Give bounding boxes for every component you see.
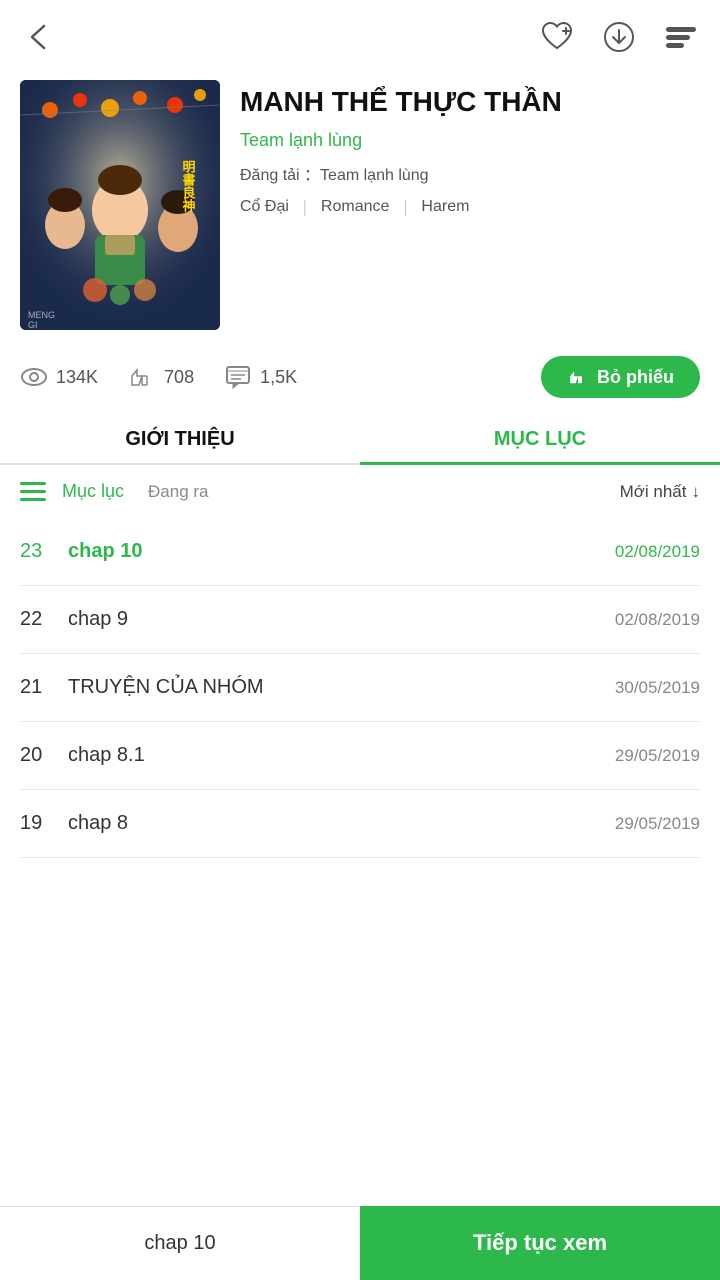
book-title: MANH THỂ THỰC THẦN bbox=[240, 84, 700, 120]
comments-count: 1,5K bbox=[260, 367, 297, 388]
comments-stat: 1,5K bbox=[224, 363, 297, 391]
chapter-list: 23 chap 10 02/08/2019 22 chap 9 02/08/20… bbox=[0, 518, 720, 858]
book-tags: Cổ Đại ｜ Romance ｜ Harem bbox=[240, 195, 700, 219]
sort-icon: ↓ bbox=[692, 482, 701, 502]
chapter-number: 20 bbox=[20, 744, 68, 767]
chapter-title: chap 8.1 bbox=[68, 744, 615, 767]
toolbar-sort[interactable]: Mới nhất ↓ bbox=[620, 482, 700, 502]
views-stat: 134K bbox=[20, 363, 98, 391]
vote-button[interactable]: Bỏ phiếu bbox=[541, 356, 700, 398]
likes-stat: 708 bbox=[128, 363, 194, 391]
more-menu-button[interactable] bbox=[662, 18, 700, 56]
upload-label: Đăng tải ： bbox=[240, 167, 320, 184]
chapter-title: chap 10 bbox=[68, 540, 615, 563]
svg-text:GI: GI bbox=[28, 320, 38, 330]
stats-row: 134K 708 1,5K Bỏ phiếu bbox=[0, 346, 720, 412]
tag-harem[interactable]: Harem bbox=[421, 198, 469, 216]
book-author[interactable]: Team lạnh lùng bbox=[240, 130, 700, 151]
book-uploader-line: Đăng tải ：Team lạnh lùng bbox=[240, 161, 700, 185]
favorite-button[interactable] bbox=[538, 18, 576, 56]
chapter-date: 02/08/2019 bbox=[615, 542, 700, 562]
chapter-number: 21 bbox=[20, 676, 68, 699]
tabs: GIỚI THIỆU MỤC LỤC bbox=[0, 412, 720, 465]
continue-reading-button[interactable]: Tiếp tục xem bbox=[360, 1206, 720, 1280]
chapter-date: 29/05/2019 bbox=[615, 814, 700, 834]
chapter-title: chap 9 bbox=[68, 608, 615, 631]
bottom-current-chapter: chap 10 bbox=[0, 1206, 360, 1280]
continue-label: Tiếp tục xem bbox=[473, 1230, 607, 1256]
tab-introduction[interactable]: GIỚI THIỆU bbox=[0, 412, 360, 463]
svg-text:明書良神: 明書良神 bbox=[181, 160, 196, 213]
vote-label: Bỏ phiếu bbox=[597, 367, 674, 388]
chapter-number: 19 bbox=[20, 812, 68, 835]
tab-table-of-contents[interactable]: MỤC LỤC bbox=[360, 412, 720, 463]
chapter-title: chap 8 bbox=[68, 812, 615, 835]
svg-text:MENG: MENG bbox=[28, 310, 55, 320]
bottom-bar: chap 10 Tiếp tục xem bbox=[0, 1206, 720, 1280]
chapter-item[interactable]: 19 chap 8 29/05/2019 bbox=[20, 790, 700, 858]
chapter-date: 30/05/2019 bbox=[615, 678, 700, 698]
book-cover: 明書良神 MENG GI bbox=[20, 80, 220, 330]
download-button[interactable] bbox=[600, 18, 638, 56]
chapter-title: TRUYỆN CỦA NHÓM bbox=[68, 676, 615, 699]
hamburger-icon[interactable] bbox=[20, 482, 46, 501]
back-button[interactable] bbox=[20, 18, 58, 56]
chapter-number: 23 bbox=[20, 540, 68, 563]
chapter-toolbar: Mục lục Đang ra Mới nhất ↓ bbox=[0, 465, 720, 518]
likes-count: 708 bbox=[164, 367, 194, 388]
book-info-section: 明書良神 MENG GI MANH THỂ THỰC THẦN Team lạn… bbox=[0, 70, 720, 346]
chapter-item[interactable]: 23 chap 10 02/08/2019 bbox=[20, 518, 700, 586]
chapter-date: 02/08/2019 bbox=[615, 610, 700, 630]
chapter-date: 29/05/2019 bbox=[615, 746, 700, 766]
current-chapter-label: chap 10 bbox=[144, 1232, 215, 1255]
chapter-item[interactable]: 22 chap 9 02/08/2019 bbox=[20, 586, 700, 654]
tag-sep-1: ｜ bbox=[297, 195, 313, 219]
chapter-item[interactable]: 20 chap 8.1 29/05/2019 bbox=[20, 722, 700, 790]
tag-co-dai[interactable]: Cổ Đại bbox=[240, 198, 289, 216]
tag-romance[interactable]: Romance bbox=[321, 198, 389, 216]
header bbox=[0, 0, 720, 70]
sort-label: Mới nhất bbox=[620, 482, 687, 502]
tag-sep-2: ｜ bbox=[397, 195, 413, 219]
chapter-number: 22 bbox=[20, 608, 68, 631]
views-count: 134K bbox=[56, 367, 98, 388]
uploader-name: Team lạnh lùng bbox=[320, 167, 429, 184]
toolbar-status: Đang ra bbox=[148, 482, 208, 502]
book-details: MANH THỂ THỰC THẦN Team lạnh lùng Đăng t… bbox=[240, 80, 700, 330]
toolbar-list-label[interactable]: Mục lục bbox=[62, 481, 124, 502]
header-actions bbox=[538, 18, 700, 56]
chapter-item[interactable]: 21 TRUYỆN CỦA NHÓM 30/05/2019 bbox=[20, 654, 700, 722]
